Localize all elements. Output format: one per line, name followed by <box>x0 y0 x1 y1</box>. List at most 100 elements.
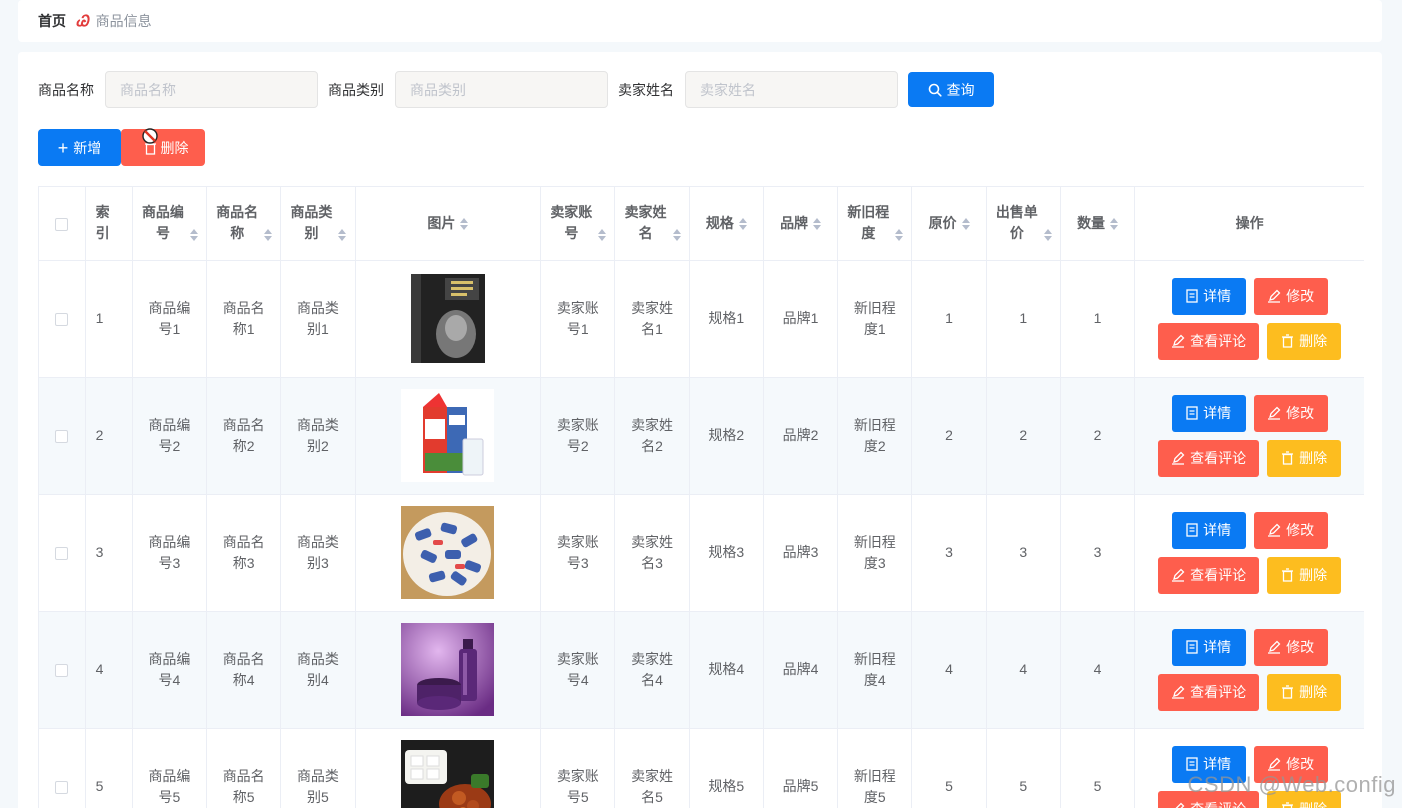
row-name: 商品名称5 <box>206 728 282 808</box>
row-quantity: 1 <box>1060 260 1136 378</box>
sort-caret-icon[interactable] <box>813 218 822 231</box>
detail-button[interactable]: 详情 <box>1171 628 1246 666</box>
view-comments-button[interactable]: 查看评论 <box>1158 322 1260 360</box>
column-header-brand[interactable]: 品牌 <box>763 187 839 261</box>
delete-button[interactable]: 删除 <box>1267 790 1342 808</box>
sort-caret-icon[interactable] <box>460 218 469 231</box>
column-header-category[interactable]: 商品类别 <box>280 187 356 261</box>
table-row: 2 商品编号2 商品名称2 商品类别2 卖家账号2 卖家姓名2 规格2 品牌2 … <box>39 377 1364 495</box>
query-button[interactable]: 查询 <box>908 72 994 107</box>
sort-caret-icon[interactable] <box>189 228 198 241</box>
row-sale-price: 5 <box>986 728 1061 808</box>
detail-button[interactable]: 详情 <box>1171 394 1246 432</box>
sort-caret-icon[interactable] <box>598 228 607 241</box>
table-header-row: 索引 商品编号 商品名称 商品类别 图片 卖家账号 卖家姓名 规格 品牌 新旧程… <box>39 187 1364 261</box>
column-header-seller-account[interactable]: 卖家账号 <box>540 187 616 261</box>
row-actions: 详情 修改 查看评论 删除 <box>1134 728 1364 808</box>
select-all-checkbox[interactable] <box>55 217 69 231</box>
detail-button[interactable]: 详情 <box>1171 745 1246 783</box>
product-category-input[interactable] <box>395 71 608 108</box>
seller-name-input[interactable] <box>685 71 898 108</box>
edit-icon <box>1268 406 1281 420</box>
document-icon <box>1186 757 1198 771</box>
batch-delete-label: 删除 <box>160 139 189 156</box>
row-select-cell <box>39 377 86 495</box>
product-image-milk-carton[interactable] <box>401 389 495 482</box>
row-checkbox[interactable] <box>55 429 69 443</box>
row-image-cell <box>355 260 542 378</box>
column-header-image[interactable]: 图片 <box>355 187 542 261</box>
view-comments-button[interactable]: 查看评论 <box>1158 556 1260 594</box>
add-button[interactable]: + 新增 <box>38 129 121 166</box>
table-row: 5 商品编号5 商品名称5 商品类别5 卖家账号5 卖家姓名5 规格5 品牌5 … <box>39 728 1364 808</box>
row-spec: 规格2 <box>689 377 764 495</box>
product-table: 索引 商品编号 商品名称 商品类别 图片 卖家账号 卖家姓名 规格 品牌 新旧程… <box>38 186 1364 808</box>
view-comments-button[interactable]: 查看评论 <box>1158 673 1260 711</box>
delete-button[interactable]: 删除 <box>1267 439 1342 477</box>
product-name-input[interactable] <box>105 71 318 108</box>
edit-button[interactable]: 修改 <box>1253 628 1328 666</box>
row-category: 商品类别1 <box>280 260 356 378</box>
column-header-sale-price[interactable]: 出售单价 <box>986 187 1061 261</box>
edit-icon <box>1175 802 1185 808</box>
row-brand: 品牌2 <box>763 377 839 495</box>
row-code: 商品编号1 <box>132 260 208 378</box>
edit-button[interactable]: 修改 <box>1253 745 1328 783</box>
edit-icon <box>1172 685 1185 699</box>
view-comments-button[interactable]: 查看评论 <box>1158 790 1260 808</box>
sort-caret-icon[interactable] <box>338 228 347 241</box>
product-image-book-cover[interactable] <box>401 272 495 365</box>
row-name: 商品名称2 <box>206 377 282 495</box>
column-header-spec[interactable]: 规格 <box>689 187 764 261</box>
row-actions-group: 详情 修改 查看评论 删除 <box>1141 745 1358 808</box>
sort-caret-icon[interactable] <box>672 228 681 241</box>
column-header-code[interactable]: 商品编号 <box>132 187 208 261</box>
column-header-name[interactable]: 商品名称 <box>206 187 282 261</box>
delete-button[interactable]: 删除 <box>1267 673 1342 711</box>
row-name: 商品名称1 <box>206 260 282 378</box>
row-seller-name: 卖家姓名4 <box>614 611 690 729</box>
row-image-cell <box>355 728 542 808</box>
sort-caret-icon[interactable] <box>1043 228 1052 241</box>
row-condition: 新旧程度1 <box>837 260 913 378</box>
sort-caret-icon[interactable] <box>264 228 273 241</box>
sort-caret-icon[interactable] <box>1110 218 1119 231</box>
product-image-candy-plate[interactable] <box>401 506 495 599</box>
row-actions-group: 详情 修改 查看评论 删除 <box>1141 628 1358 711</box>
query-button-label: 查询 <box>946 81 975 98</box>
delete-button[interactable]: 删除 <box>1267 556 1342 594</box>
column-header-seller-name[interactable]: 卖家姓名 <box>614 187 690 261</box>
column-header-condition[interactable]: 新旧程度 <box>837 187 913 261</box>
delete-button[interactable]: 删除 <box>1267 322 1342 360</box>
row-checkbox[interactable] <box>55 663 69 677</box>
detail-button[interactable]: 详情 <box>1171 511 1246 549</box>
product-image-cosmetics[interactable] <box>401 623 495 716</box>
select-all-cell <box>39 187 86 261</box>
row-name: 商品名称4 <box>206 611 282 729</box>
row-checkbox[interactable] <box>55 546 69 560</box>
breadcrumb-separator-icon: Ꮚ <box>76 12 89 30</box>
row-checkbox[interactable] <box>55 312 69 326</box>
edit-icon <box>1268 289 1281 303</box>
row-checkbox[interactable] <box>55 780 69 794</box>
edit-icon <box>1172 334 1185 348</box>
sort-caret-icon[interactable] <box>895 228 904 241</box>
sort-caret-icon[interactable] <box>738 218 747 231</box>
column-header-price[interactable]: 原价 <box>911 187 987 261</box>
row-name: 商品名称3 <box>206 494 282 612</box>
edit-button[interactable]: 修改 <box>1253 394 1328 432</box>
product-image-food-box[interactable] <box>401 740 495 808</box>
view-comments-button[interactable]: 查看评论 <box>1158 439 1260 477</box>
edit-button[interactable]: 修改 <box>1253 511 1328 549</box>
detail-button[interactable]: 详情 <box>1171 277 1246 315</box>
row-price: 4 <box>911 611 987 729</box>
edit-button[interactable]: 修改 <box>1253 277 1328 315</box>
breadcrumb-home[interactable]: 首页 <box>38 11 66 31</box>
column-header-quantity[interactable]: 数量 <box>1060 187 1136 261</box>
row-index: 3 <box>85 494 133 612</box>
row-price: 3 <box>911 494 987 612</box>
main-panel: 商品名称 商品类别 卖家姓名 查询 + 新增 删除 <box>18 52 1382 808</box>
batch-delete-button[interactable]: 删除 <box>121 128 205 166</box>
sort-caret-icon[interactable] <box>961 218 970 231</box>
row-spec: 规格3 <box>689 494 764 612</box>
